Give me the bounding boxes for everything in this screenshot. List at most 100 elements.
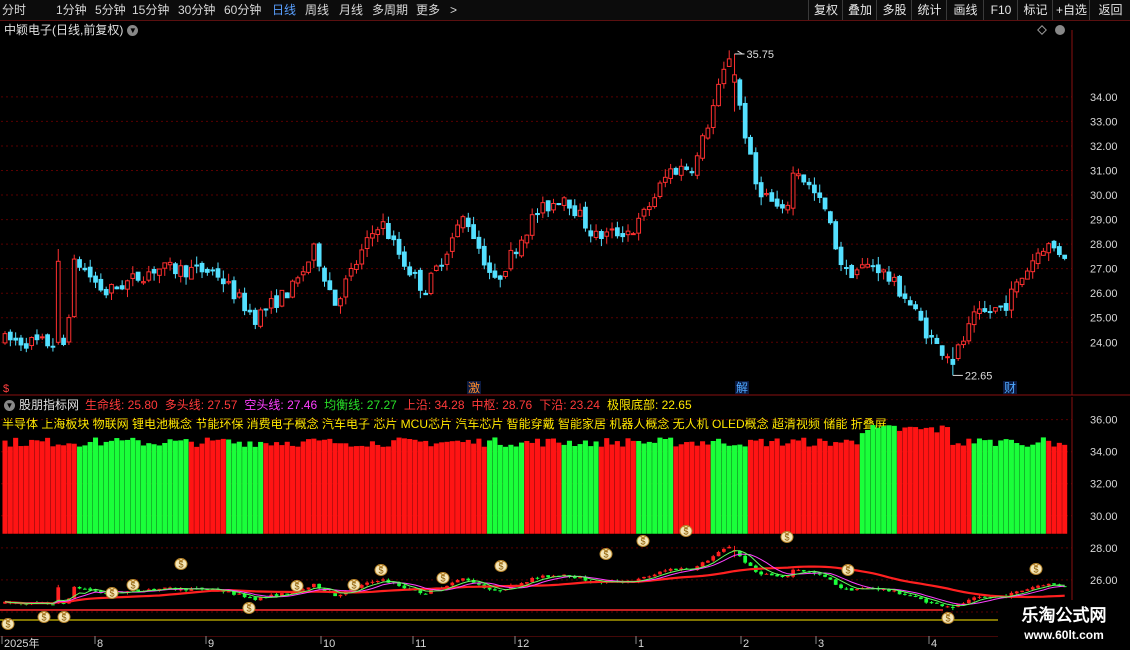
candle-body — [828, 211, 833, 224]
indicator-body — [1025, 589, 1030, 591]
candle-body — [465, 217, 471, 228]
candle-body — [843, 267, 849, 270]
band-bar — [534, 438, 541, 534]
toolbar-button[interactable]: 返回 — [1089, 0, 1130, 20]
period-tab[interactable]: 15分钟 — [132, 2, 169, 18]
indicator-body — [375, 581, 380, 583]
period-tab[interactable]: 60分钟 — [224, 2, 261, 18]
candle-body — [439, 264, 445, 267]
money-bag-icon: $ — [636, 535, 650, 547]
indicator-body — [801, 570, 806, 572]
period-tab[interactable]: 多周期 — [372, 2, 408, 18]
candle-body — [572, 205, 578, 217]
band-bar — [220, 438, 226, 534]
band-bar — [817, 438, 823, 534]
band-bar — [779, 445, 785, 534]
band-bar — [833, 442, 839, 534]
candle-body — [1003, 303, 1009, 311]
band-bar — [987, 439, 993, 534]
indicator-body — [652, 574, 657, 577]
period-tab[interactable]: 月线 — [339, 2, 363, 18]
indicator-body — [381, 579, 385, 581]
candle-body — [833, 221, 839, 250]
candle-body — [348, 267, 354, 277]
indicator-body — [722, 548, 726, 552]
indicator-body — [370, 581, 375, 583]
watermark-url: www.60lt.com — [1024, 628, 1104, 642]
candle-body — [801, 174, 807, 183]
indicator-body — [455, 580, 460, 583]
toolbar-button[interactable]: F10 — [983, 0, 1018, 20]
candle-body — [252, 309, 258, 325]
candle-body — [311, 243, 317, 261]
candle-body — [966, 323, 972, 342]
band-bar — [630, 440, 636, 534]
candle-body — [290, 280, 295, 298]
indicator-body — [823, 574, 827, 577]
band-bar — [258, 441, 264, 534]
candle-body — [609, 228, 615, 231]
candle-body — [220, 278, 226, 285]
band-bar — [753, 440, 759, 534]
period-tab[interactable]: 30分钟 — [178, 2, 215, 18]
candle-body — [119, 285, 125, 290]
period-tab[interactable]: 1分钟 — [56, 2, 87, 18]
indicator-chart[interactable]: 36.0034.0032.0030.0028.0026.0024.00$$$$$… — [0, 397, 1130, 637]
candlestick-chart[interactable]: 34.00 33.00 32.00 31.00 30.00 29.00 28.00 27.00… — [0, 21, 1130, 416]
candle-body — [460, 216, 466, 229]
toolbar-button[interactable]: 复权 — [808, 0, 843, 20]
band-bar — [854, 444, 860, 534]
candle-body — [961, 340, 966, 346]
candle-body — [93, 275, 98, 283]
money-bag-symbol: $ — [351, 581, 356, 591]
candle-body — [780, 204, 785, 209]
band-bar — [827, 445, 833, 534]
period-tab[interactable]: 更多 — [416, 2, 440, 18]
toolbar-button[interactable]: 多股 — [876, 0, 912, 20]
candle-body — [417, 269, 423, 291]
candle-body — [34, 334, 40, 341]
candle-body — [806, 181, 812, 186]
band-bar — [1014, 443, 1020, 534]
band-bar — [614, 441, 620, 534]
band-bar — [7, 446, 13, 534]
candle-body — [561, 197, 567, 206]
period-tab[interactable]: 分时 — [2, 2, 26, 18]
money-bag-symbol: $ — [246, 604, 251, 614]
band-bar — [966, 438, 972, 534]
candle-body — [279, 289, 285, 307]
toolbar-button[interactable]: 画线 — [946, 0, 984, 20]
band-bar — [71, 443, 77, 534]
band-bar — [284, 441, 290, 534]
toolbar-button[interactable]: 统计 — [911, 0, 947, 20]
period-tab[interactable]: 周线 — [305, 2, 329, 18]
candle-body — [135, 271, 141, 281]
band-bar — [87, 441, 93, 534]
indicator-tick-label: 36.00 — [1090, 415, 1118, 427]
toolbar-button[interactable]: 标记 — [1017, 0, 1053, 20]
band-bar — [843, 439, 849, 534]
indicator-body — [764, 573, 769, 575]
indicator-body — [828, 577, 833, 580]
candle-body — [662, 176, 668, 183]
band-bar — [737, 444, 743, 534]
period-tab[interactable]: 5分钟 — [95, 2, 126, 18]
period-tab[interactable]: 日线 — [272, 2, 296, 18]
candle-body — [881, 269, 886, 273]
indicator-body — [1036, 585, 1040, 588]
candle-body — [215, 268, 221, 278]
price-tick-label: 33.00 — [1090, 116, 1118, 128]
candle-body — [918, 310, 924, 321]
band-bar — [944, 427, 951, 534]
candle-body — [785, 204, 791, 211]
chevron-right-icon[interactable]: > — [450, 2, 457, 18]
indicator-tick-label: 28.00 — [1090, 543, 1118, 555]
candle-body — [61, 337, 66, 345]
band-bar — [582, 440, 588, 534]
toolbar-button[interactable]: +自选 — [1052, 0, 1090, 20]
indicator-body — [950, 606, 955, 608]
toolbar-button[interactable]: 叠加 — [842, 0, 877, 20]
candle-body — [987, 311, 993, 314]
indicator-body — [849, 588, 854, 591]
indicator-body — [796, 569, 801, 571]
